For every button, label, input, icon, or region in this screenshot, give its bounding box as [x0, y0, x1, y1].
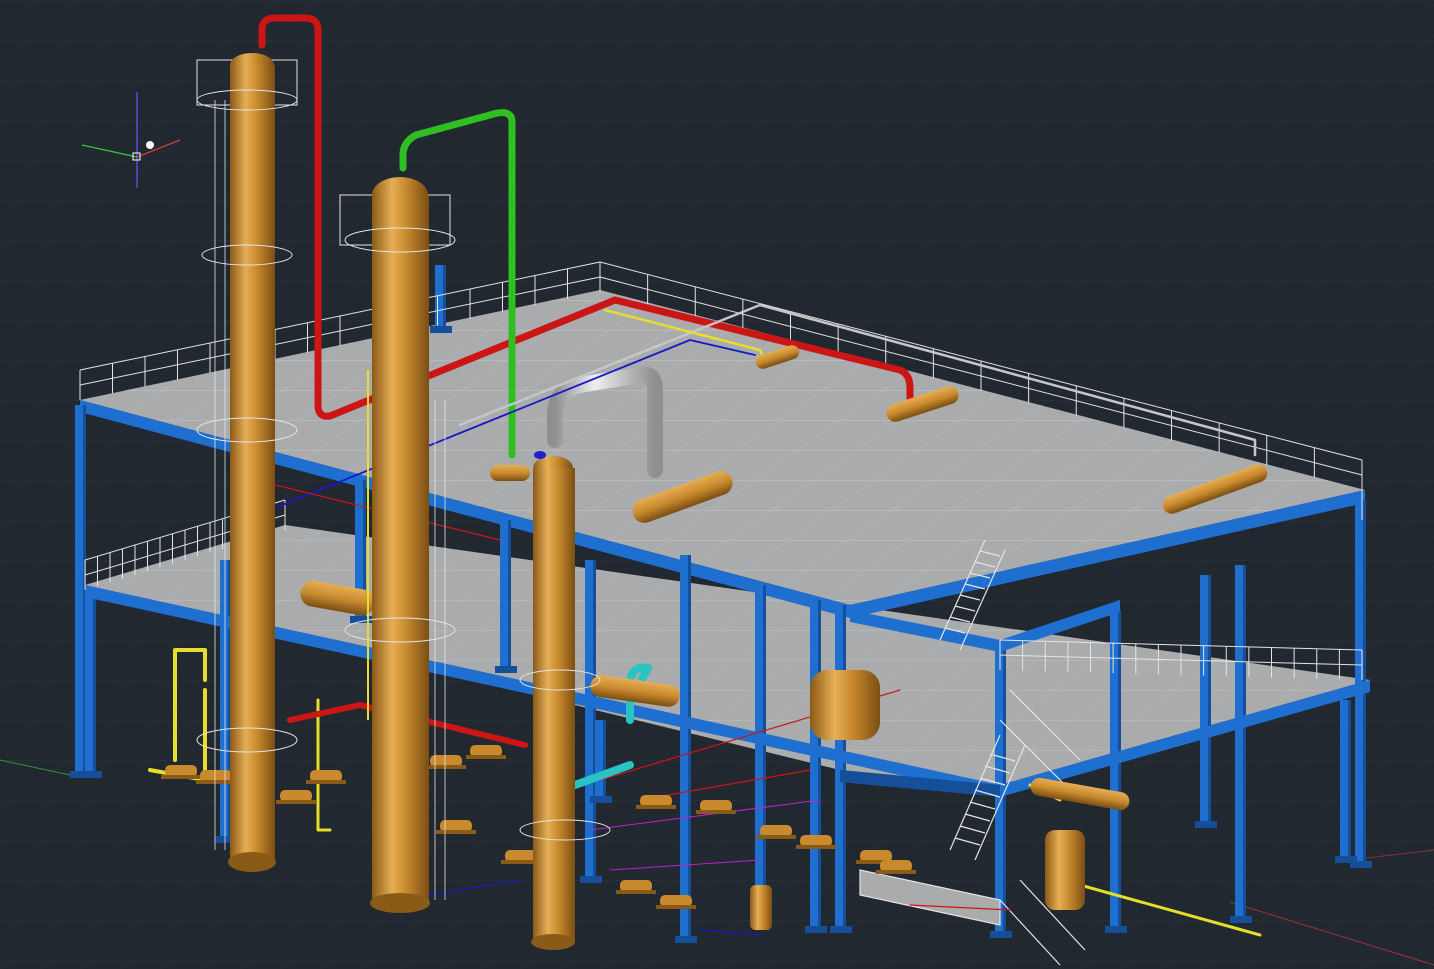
drum-shell: [490, 465, 530, 481]
pump-skid: [161, 775, 201, 779]
pump-skid: [656, 905, 696, 909]
steel-column-shade: [93, 590, 96, 775]
steel-column-shade: [843, 605, 846, 930]
pump-skid: [756, 835, 796, 839]
vertical-vessel: [810, 670, 880, 740]
pump-skid: [876, 870, 916, 874]
column-base-plate: [495, 666, 517, 673]
column-base-plate: [1230, 916, 1252, 923]
column-base-plate: [580, 876, 602, 883]
steel-column-shade: [1208, 575, 1211, 825]
column-base-plate: [675, 936, 697, 943]
pump-skid: [276, 800, 316, 804]
column-base-plate: [990, 931, 1012, 938]
steel-column-shade: [443, 265, 446, 330]
steel-column-shade: [603, 720, 606, 800]
cad-model-viewport[interactable]: [0, 0, 1434, 969]
column-base-plate: [590, 796, 612, 803]
column-base-plate: [80, 771, 102, 778]
column-base-plate: [805, 926, 827, 933]
column-base-plate: [1195, 821, 1217, 828]
horizontal-drum: [490, 465, 530, 481]
column-base-plate: [1105, 926, 1127, 933]
pump-skid: [466, 755, 506, 759]
vertical-vessel: [1045, 830, 1085, 910]
steel-column-shade: [763, 585, 766, 910]
steel-column-shade: [508, 520, 511, 670]
column-base-plate: [830, 926, 852, 933]
steel-column-shade: [818, 600, 821, 930]
pump-skid: [306, 780, 346, 784]
pump-skid: [696, 810, 736, 814]
pump-skid: [436, 830, 476, 834]
steel-column-shade: [1348, 700, 1351, 860]
column-base-plate: [430, 326, 452, 333]
pump-skid: [636, 805, 676, 809]
steel-column-shade: [1243, 565, 1246, 920]
column-base-plate: [1335, 856, 1357, 863]
pump-skid: [616, 890, 656, 894]
steel-column-shade: [688, 555, 691, 940]
pump-skid: [426, 765, 466, 769]
vertical-vessel: [750, 885, 772, 930]
pump-skid: [796, 845, 836, 849]
